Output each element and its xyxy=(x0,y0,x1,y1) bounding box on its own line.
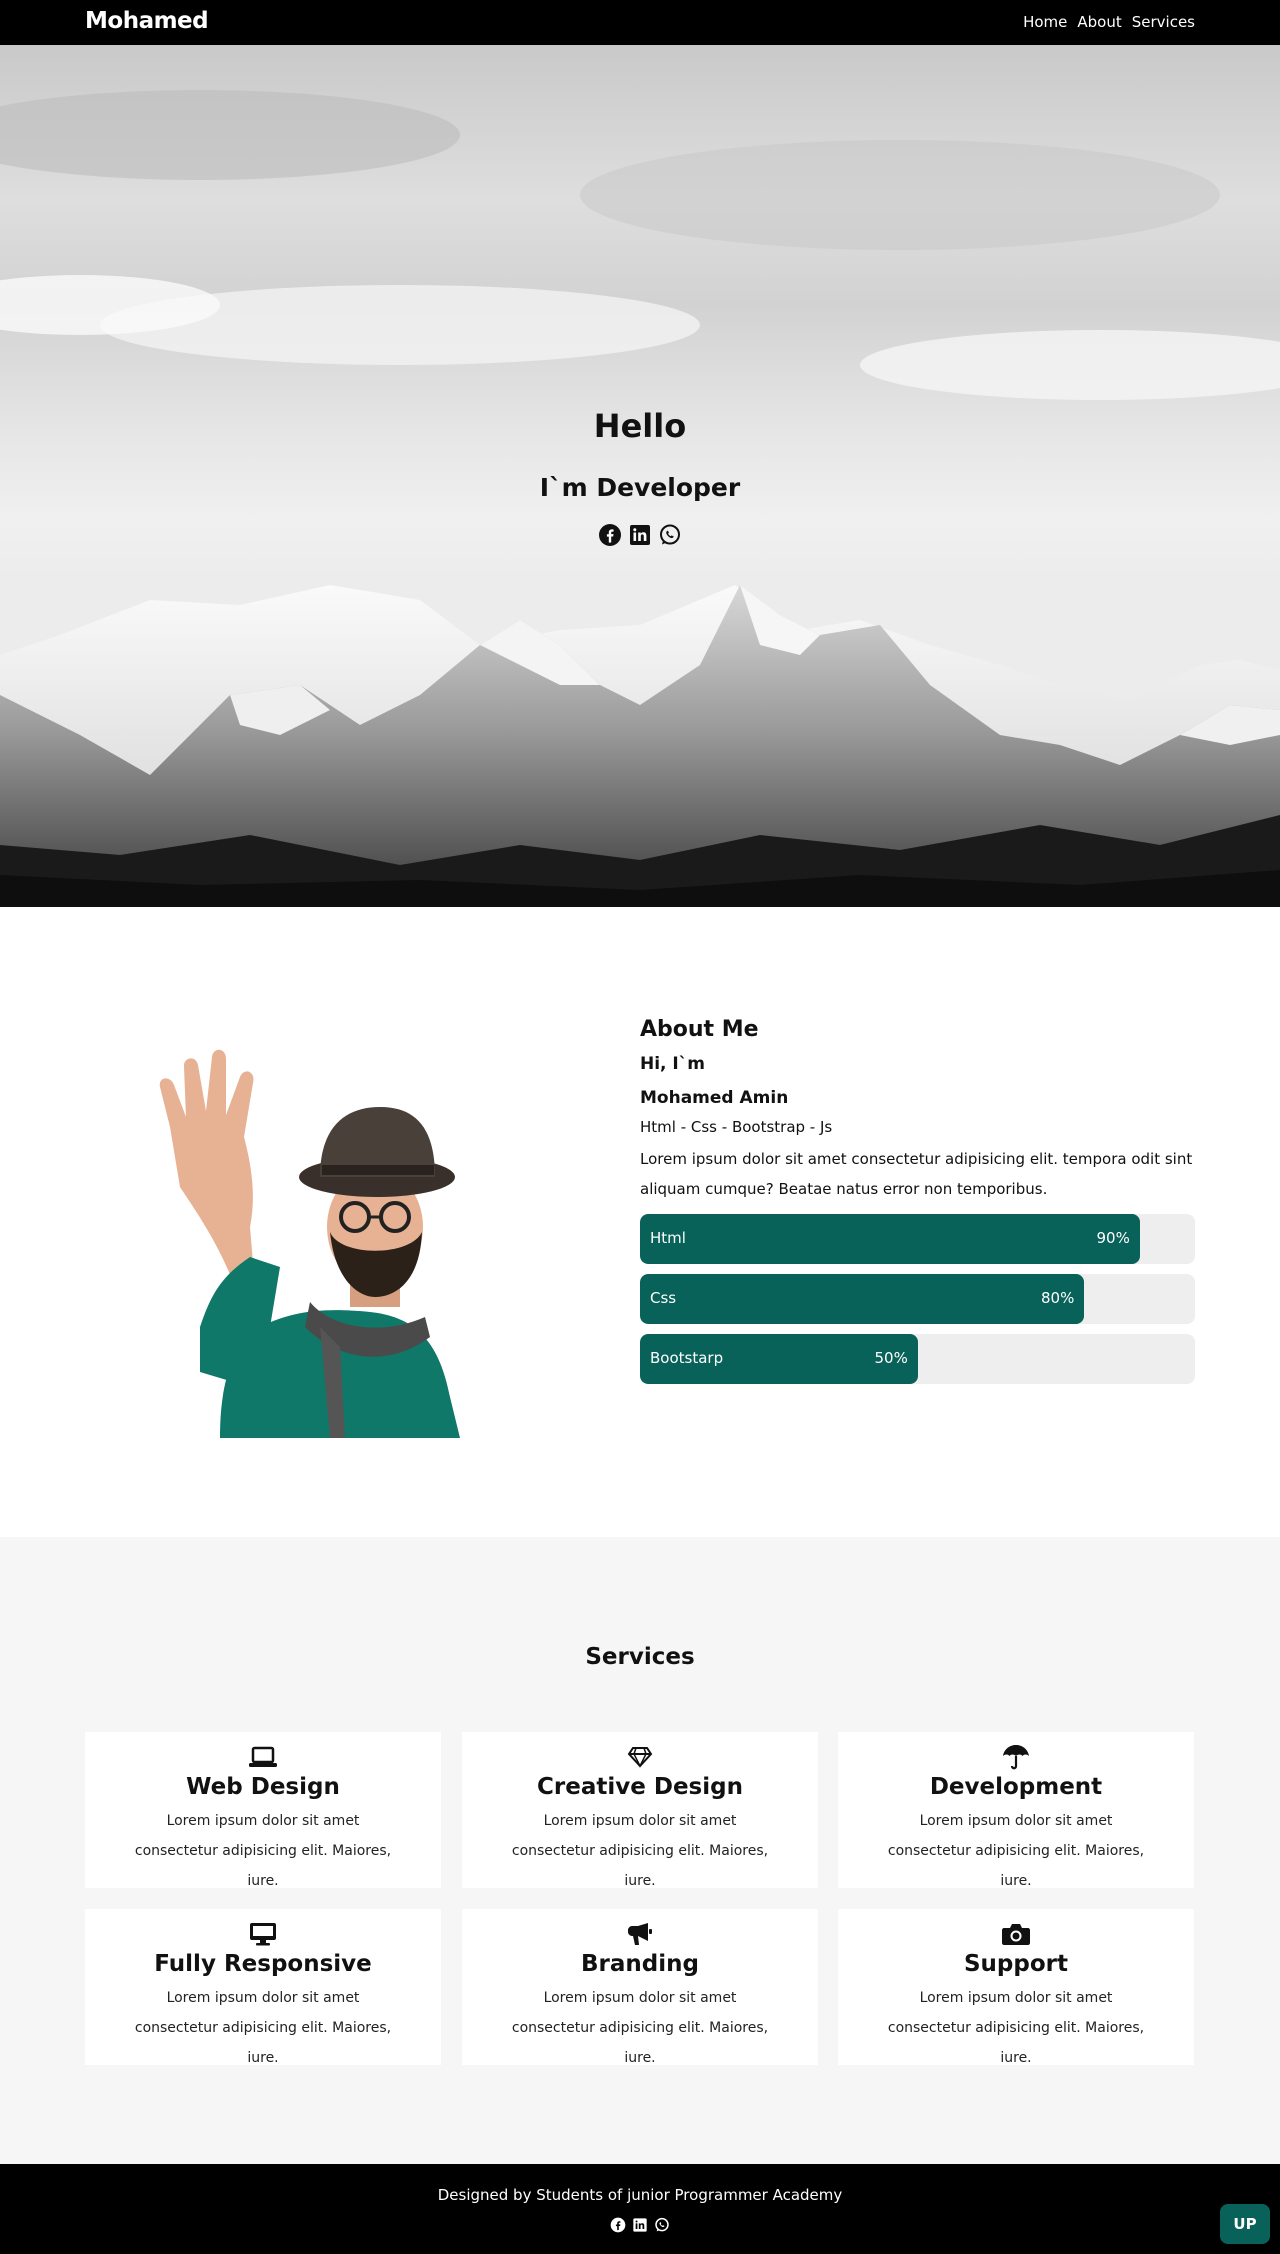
about-info: About Me Hi, I`m Mohamed Amin Html - Css… xyxy=(640,1017,1195,1394)
facebook-icon[interactable] xyxy=(598,523,622,547)
scroll-up-button[interactable]: UP xyxy=(1220,2204,1270,2244)
hero-title: Hello xyxy=(593,407,687,445)
service-title: Support xyxy=(963,1951,1068,1977)
service-description: Lorem ipsum dolor sit amet consectetur a… xyxy=(134,1813,392,1889)
linkedin-icon[interactable] xyxy=(628,523,652,547)
nav-link-about[interactable]: About xyxy=(1077,13,1121,31)
service-title: Branding xyxy=(581,1951,699,1977)
service-card-web-design: Web Design Lorem ipsum dolor sit amet co… xyxy=(85,1732,441,1889)
skill-percent: 50% xyxy=(874,1349,908,1367)
service-card-creative-design: Creative Design Lorem ipsum dolor sit am… xyxy=(462,1732,818,1889)
nav-links: Home About Services xyxy=(1023,13,1195,31)
about-skills-line: Html - Css - Bootstrap - Js xyxy=(640,1118,833,1136)
services-title: Services xyxy=(585,1644,695,1670)
service-description: Lorem ipsum dolor sit amet consectetur a… xyxy=(511,1990,769,2066)
service-description: Lorem ipsum dolor sit amet consectetur a… xyxy=(887,1990,1145,2066)
whatsapp-icon[interactable] xyxy=(658,523,682,547)
skill-bar-fill xyxy=(640,1214,1140,1264)
service-card-branding: Branding Lorem ipsum dolor sit amet cons… xyxy=(462,1909,818,2066)
camera-icon xyxy=(1002,1924,1030,1945)
navbar: Mohamed Home About Services xyxy=(0,0,1280,45)
skill-bar-css: Css 80% xyxy=(640,1274,1195,1324)
service-card-development: Development Lorem ipsum dolor sit amet c… xyxy=(838,1732,1194,1889)
laptop-icon xyxy=(249,1746,277,1767)
service-description: Lorem ipsum dolor sit amet consectetur a… xyxy=(134,1990,392,2066)
service-title: Development xyxy=(929,1774,1103,1800)
service-card-support: Support Lorem ipsum dolor sit amet conse… xyxy=(838,1909,1194,2066)
footer-credit: Designed by Students of junior Programme… xyxy=(437,2186,843,2204)
skill-label: Bootstarp xyxy=(650,1349,724,1367)
desktop-icon xyxy=(250,1923,276,1946)
hero-section: Hello I`m Developer xyxy=(0,45,1280,907)
linkedin-icon[interactable] xyxy=(632,2217,648,2233)
about-greeting: Hi, I`m xyxy=(640,1054,705,1074)
whatsapp-icon[interactable] xyxy=(654,2217,670,2233)
service-card-fully-responsive: Fully Responsive Lorem ipsum dolor sit a… xyxy=(85,1909,441,2066)
skill-bar-fill xyxy=(640,1274,1084,1324)
hero-social-links xyxy=(0,523,1280,547)
service-title: Web Design xyxy=(186,1774,340,1800)
brand-logo[interactable]: Mohamed xyxy=(85,8,209,34)
about-section: About Me Hi, I`m Mohamed Amin Html - Css… xyxy=(0,907,1280,1537)
hero-subtitle: I`m Developer xyxy=(539,473,741,502)
skill-label: Css xyxy=(650,1289,677,1307)
skill-percent: 90% xyxy=(1096,1229,1130,1247)
facebook-icon[interactable] xyxy=(610,2217,626,2233)
nav-link-home[interactable]: Home xyxy=(1023,13,1067,31)
skill-percent: 80% xyxy=(1041,1289,1075,1307)
bullhorn-icon xyxy=(628,1923,652,1945)
footer-social-links xyxy=(0,2217,1280,2233)
skill-label: Html xyxy=(650,1229,686,1247)
service-title: Creative Design xyxy=(537,1774,743,1800)
skill-bar-html: Html 90% xyxy=(640,1214,1195,1264)
nav-link-services[interactable]: Services xyxy=(1132,13,1195,31)
gem-icon xyxy=(627,1747,653,1768)
about-title: About Me xyxy=(640,1017,759,1042)
about-description: Lorem ipsum dolor sit amet consectetur a… xyxy=(640,1150,1193,1198)
services-section: Services Web Design Lorem ipsum dolor si… xyxy=(0,1537,1280,2164)
footer: Designed by Students of junior Programme… xyxy=(0,2164,1280,2254)
about-name: Mohamed Amin xyxy=(640,1088,789,1108)
service-description: Lorem ipsum dolor sit amet consectetur a… xyxy=(511,1813,769,1889)
umbrella-icon xyxy=(1003,1745,1029,1770)
service-title: Fully Responsive xyxy=(154,1951,372,1977)
service-description: Lorem ipsum dolor sit amet consectetur a… xyxy=(887,1813,1145,1889)
skill-bar-bootstrap: Bootstarp 50% xyxy=(640,1334,1195,1384)
profile-photo xyxy=(159,1049,460,1438)
